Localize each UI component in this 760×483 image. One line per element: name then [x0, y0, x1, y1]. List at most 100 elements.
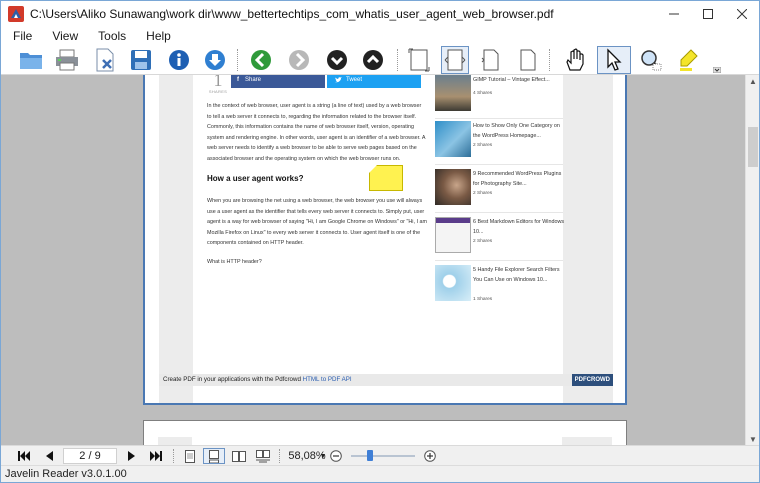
close-document-icon — [96, 48, 114, 72]
zoom-in-button[interactable] — [423, 448, 437, 464]
zoom-slider-thumb[interactable] — [367, 450, 373, 461]
fit-page-icon — [408, 48, 430, 72]
app-window: C:\Users\Aliko Sunawang\work dir\www_bet… — [0, 0, 760, 483]
window-controls — [657, 1, 759, 27]
post-shares: 2 Shares — [473, 191, 493, 196]
menu-file[interactable]: File — [1, 29, 40, 43]
footer-link[interactable]: HTML to PDF API — [303, 376, 352, 383]
related-post[interactable]: 9 Recommended WordPress Plugins for Phot… — [435, 169, 563, 213]
sticky-note-annotation[interactable] — [369, 165, 403, 191]
zoom-in-icon — [424, 450, 436, 462]
back-button[interactable] — [247, 46, 275, 74]
menu-view[interactable]: View — [40, 29, 86, 43]
previous-page-icon — [363, 50, 383, 70]
pdfcrowd-logo: PDFCROWD — [571, 374, 613, 386]
next-page-nav-button[interactable] — [121, 448, 141, 464]
zoom-out-icon — [330, 450, 342, 462]
continuous-view-button[interactable] — [203, 448, 225, 464]
hand-tool-icon — [566, 48, 584, 71]
two-page-icon — [520, 49, 536, 71]
info-button[interactable] — [165, 46, 193, 74]
forward-button[interactable] — [285, 46, 313, 74]
next-page-button[interactable] — [323, 46, 351, 74]
share-count-number: 1 — [213, 75, 223, 90]
select-tool-button[interactable] — [597, 46, 631, 74]
scrollbar-thumb[interactable] — [748, 127, 758, 167]
minimize-icon — [669, 13, 679, 15]
maximize-icon — [703, 9, 713, 19]
hand-tool-button[interactable] — [561, 46, 589, 74]
scroll-up-arrow[interactable]: ▲ — [746, 75, 760, 87]
pdfcrowd-footer: Create PDF in your applications with the… — [159, 374, 613, 386]
page-content: 1 SHARES f Share Tweet In the context of… — [193, 75, 564, 376]
facebook-icon: f — [237, 76, 239, 83]
post-thumbnail — [435, 169, 471, 205]
previous-page-nav-button[interactable] — [39, 448, 59, 464]
post-thumbnail — [435, 265, 471, 301]
close-document-button[interactable] — [91, 46, 119, 74]
related-post[interactable]: How to Show Only One Category on the Wor… — [435, 121, 563, 165]
info-icon — [169, 50, 189, 70]
save-button[interactable] — [127, 46, 155, 74]
last-page-button[interactable] — [145, 448, 167, 464]
single-page-view-button[interactable] — [181, 448, 199, 464]
page-number-field[interactable]: 2 / 9 — [63, 448, 117, 464]
first-page-button[interactable] — [13, 448, 35, 464]
two-page-button[interactable] — [513, 46, 541, 74]
download-button[interactable] — [201, 46, 229, 74]
menu-tools[interactable]: Tools — [86, 29, 134, 43]
previous-page-button[interactable] — [359, 46, 387, 74]
zoom-out-button[interactable] — [329, 448, 343, 464]
zoom-dropdown-arrow-icon[interactable]: ▼ — [319, 448, 327, 464]
navigation-bar: 2 / 9 58,08% ▼ — [1, 445, 759, 465]
next-page-icon — [327, 50, 347, 70]
forward-icon — [289, 50, 309, 70]
related-post[interactable]: GIMP Tutorial – Vintage Effect... 4 Shar… — [435, 75, 563, 119]
highlighter-icon — [680, 49, 698, 71]
toolbar-overflow-icon[interactable] — [713, 67, 721, 73]
window-title: C:\Users\Aliko Sunawang\work dir\www_bet… — [30, 7, 554, 21]
post-thumbnail — [435, 121, 471, 157]
status-bar: Javelin Reader v3.0.1.00 — [1, 465, 759, 482]
title-bar: C:\Users\Aliko Sunawang\work dir\www_bet… — [1, 1, 759, 27]
single-page-view-icon — [185, 449, 195, 463]
print-button[interactable] — [53, 46, 81, 74]
post-title: GIMP Tutorial – Vintage Effect... — [473, 77, 550, 83]
facing-view-icon — [232, 450, 246, 462]
pdf-page-next — [143, 420, 627, 445]
status-separator — [173, 449, 174, 463]
scroll-down-arrow[interactable]: ▼ — [746, 433, 760, 445]
continuous-view-icon — [209, 449, 219, 463]
pdf-page: 1 SHARES f Share Tweet In the context of… — [143, 75, 627, 405]
facing-view-button[interactable] — [229, 448, 249, 464]
search-comment-icon — [641, 50, 662, 71]
vertical-scrollbar[interactable]: ▲ ▼ — [745, 75, 759, 445]
menu-help[interactable]: Help — [134, 29, 179, 43]
post-title: 5 Handy File Explorer Search Filters You… — [473, 267, 560, 283]
related-post[interactable]: 5 Handy File Explorer Search Filters You… — [435, 265, 563, 309]
tweet-button[interactable]: Tweet — [327, 75, 421, 88]
article-paragraph: In the context of web browser, user agen… — [207, 103, 426, 162]
single-page-button[interactable] — [477, 46, 505, 74]
facebook-share-button[interactable]: f Share — [231, 75, 325, 88]
maximize-button[interactable] — [691, 1, 725, 27]
search-comment-button[interactable] — [637, 46, 665, 74]
page-margin-right — [562, 437, 612, 445]
related-post[interactable]: 6 Best Markdown Editors for Windows 10..… — [435, 217, 564, 261]
javelin-app-icon — [8, 6, 24, 22]
select-tool-icon — [607, 48, 622, 71]
zoom-slider-track[interactable] — [351, 455, 415, 457]
document-viewport[interactable]: 1 SHARES f Share Tweet In the context of… — [1, 75, 745, 445]
fit-width-button[interactable] — [441, 46, 469, 74]
article-paragraph: When you are browsing the net using a we… — [207, 198, 427, 246]
close-button[interactable] — [725, 1, 759, 27]
minimize-button[interactable] — [657, 1, 691, 27]
tweet-label: Tweet — [346, 76, 363, 83]
highlighter-button[interactable] — [675, 46, 703, 74]
open-button[interactable] — [17, 46, 45, 74]
download-icon — [205, 50, 225, 70]
open-folder-icon — [20, 53, 42, 69]
post-shares: 2 Shares — [473, 143, 493, 148]
facing-continuous-view-button[interactable] — [253, 448, 273, 464]
fit-page-button[interactable] — [405, 46, 433, 74]
